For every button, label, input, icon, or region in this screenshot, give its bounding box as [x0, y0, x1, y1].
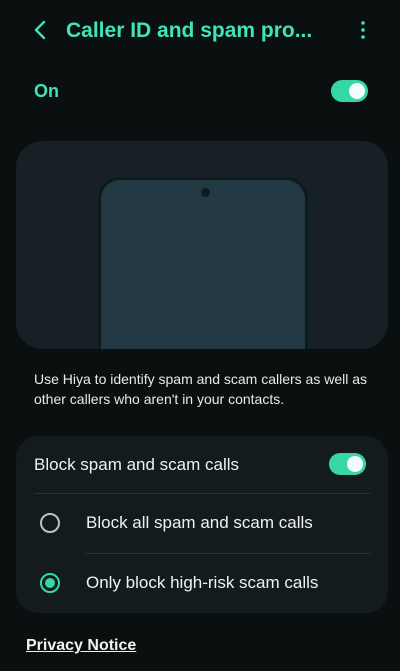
radio-checked[interactable] [40, 573, 60, 593]
block-settings-card: Block spam and scam calls Block all spam… [16, 436, 388, 613]
option-label: Only block high-risk scam calls [86, 573, 319, 592]
option-block-all[interactable]: Block all spam and scam calls [16, 494, 388, 554]
block-spam-label: Block spam and scam calls [34, 455, 240, 474]
camera-dot [201, 188, 210, 197]
page-title: Caller ID and spam pro... [66, 19, 313, 42]
caller-id-screen: Caller ID and spam pro... On Use Hiya to… [0, 0, 400, 671]
feature-description: Use Hiya to identify spam and scam calle… [34, 371, 368, 407]
phone-icon [98, 177, 308, 349]
master-switch-label: On [34, 81, 59, 101]
toggle-knob [349, 83, 365, 99]
option-high-risk-only[interactable]: Only block high-risk scam calls [16, 554, 388, 614]
more-options-button[interactable] [354, 18, 372, 42]
more-vertical-icon [361, 21, 365, 39]
phone-illustration [16, 141, 388, 349]
master-switch-row[interactable]: On [0, 70, 400, 114]
radio-unchecked[interactable] [40, 513, 60, 533]
block-spam-row[interactable]: Block spam and scam calls [16, 436, 388, 492]
chevron-left-icon [34, 20, 46, 40]
block-spam-toggle[interactable] [329, 453, 366, 475]
master-toggle[interactable] [331, 80, 368, 102]
option-label: Block all spam and scam calls [86, 513, 313, 532]
back-button[interactable] [28, 16, 54, 44]
app-bar: Caller ID and spam pro... [0, 0, 400, 62]
privacy-notice-link[interactable]: Privacy Notice [26, 637, 136, 655]
radio-dot [45, 578, 55, 588]
toggle-knob [347, 456, 363, 472]
